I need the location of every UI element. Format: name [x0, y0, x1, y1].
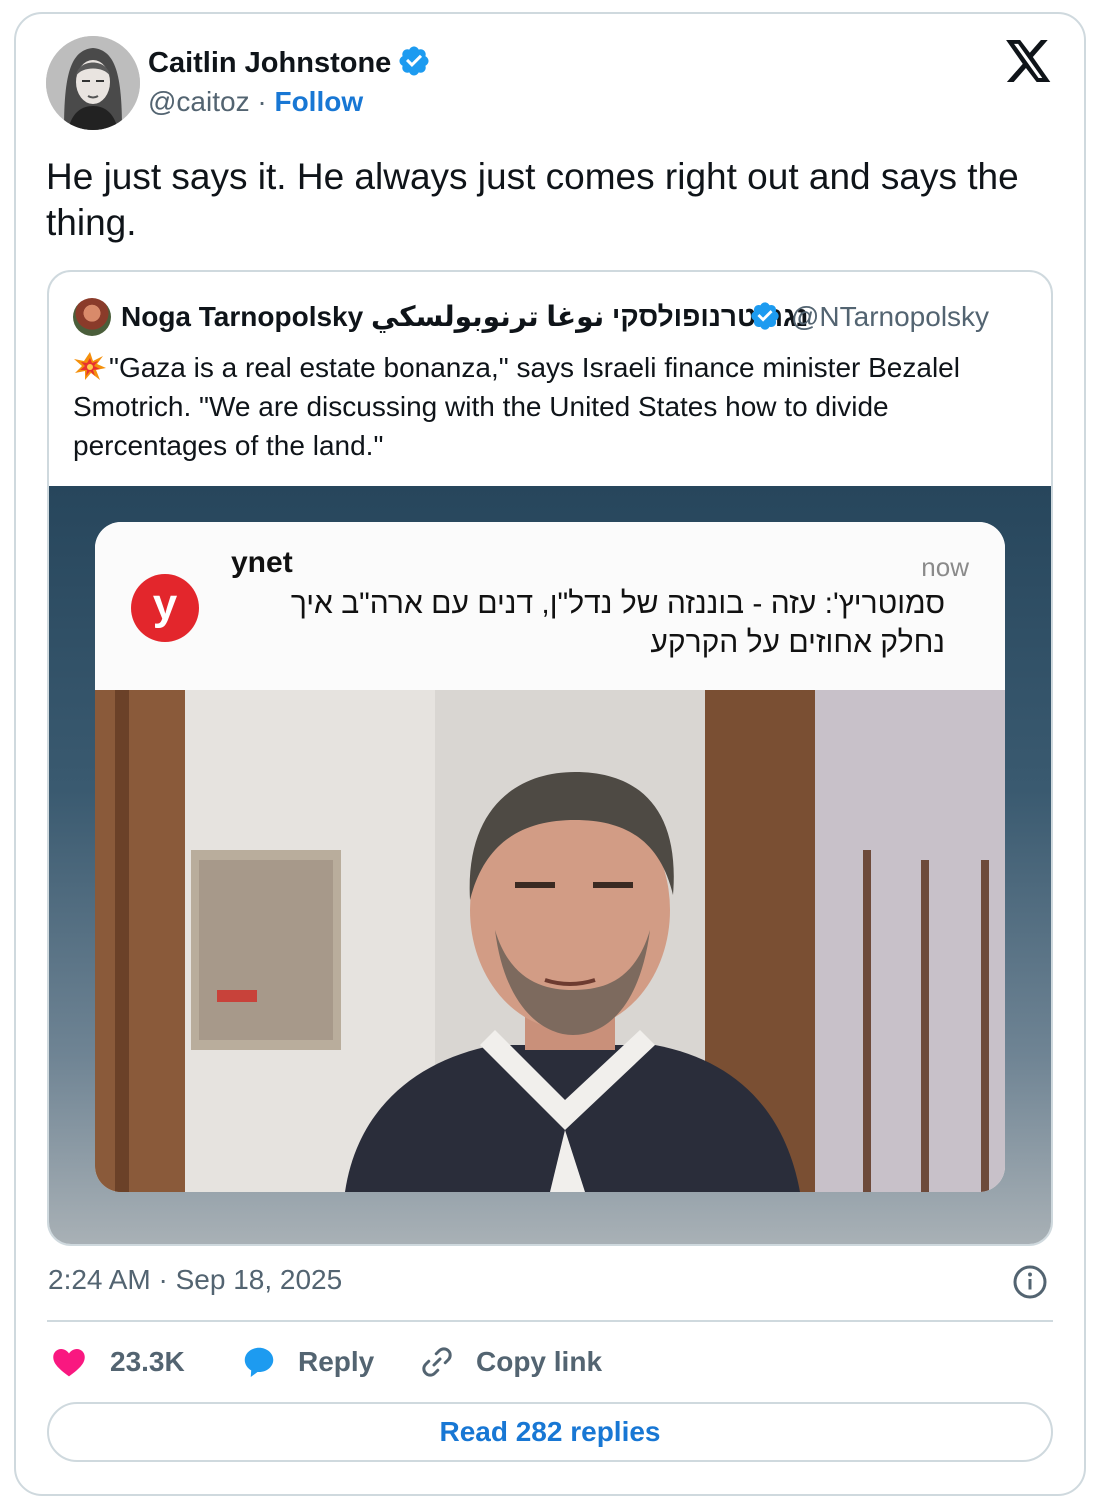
avatar-portrait [46, 36, 140, 130]
author-avatar[interactable] [46, 36, 140, 130]
notification-headline: סמוטריץ': עזה - בוננזה של נדל"ן, דנים עם… [290, 587, 945, 659]
author-name[interactable]: Caitlin Johnstone [148, 47, 391, 79]
quote-text: "Gaza is a real estate bonanza," says Is… [73, 352, 960, 461]
tweet-text: He just says it. He always just comes ri… [46, 156, 1019, 243]
x-logo-icon[interactable] [1006, 40, 1052, 82]
quoted-tweet[interactable]: Noga Tarnopolsky נגה טרנופולסקי نوغا ترن… [47, 270, 1053, 1246]
ynet-notification: y ynet now סמוטריץ': עזה - בוננזה של נדל… [95, 522, 1005, 1192]
verified-badge-icon [399, 46, 429, 76]
copy-link-button[interactable]: Copy link [418, 1340, 618, 1384]
separator-dot: · [257, 86, 267, 117]
tweet-timestamp[interactable]: 2:24 AM · Sep 18, 2025 [48, 1264, 342, 1296]
news-photo [95, 690, 1005, 1192]
quote-text-block: "Gaza is a real estate bonanza," says Is… [73, 348, 1033, 465]
verified-badge-icon [751, 302, 779, 330]
heart-icon [53, 1348, 85, 1377]
follow-button[interactable]: Follow [274, 86, 363, 117]
like-count: 23.3K [110, 1346, 185, 1377]
divider [47, 1320, 1053, 1322]
link-icon [422, 1347, 452, 1377]
author-handle[interactable]: @caitoz [148, 86, 250, 117]
reply-button[interactable]: Reply [240, 1340, 390, 1384]
quote-author-handle[interactable]: @NTarnopolsky [791, 301, 989, 333]
notification-app-name: ynet [231, 546, 293, 579]
quote-author-name[interactable]: Noga Tarnopolsky נגה טרנופולסקי نوغا ترن… [121, 300, 808, 333]
author-handle-line: @caitoz · Follow [148, 86, 363, 118]
like-button[interactable]: 23.3K [50, 1340, 200, 1384]
ynet-logo-icon: y [131, 574, 199, 642]
collision-emoji-icon [74, 352, 106, 380]
read-replies-button[interactable]: Read 282 replies [47, 1402, 1053, 1462]
notification-time: now [921, 552, 969, 582]
author-name-row[interactable]: Caitlin Johnstone [148, 44, 431, 80]
copy-link-label: Copy link [476, 1346, 603, 1377]
info-icon[interactable] [1012, 1264, 1048, 1300]
reply-bubble-icon [244, 1347, 274, 1377]
quote-avatar[interactable] [73, 298, 111, 336]
reply-label: Reply [298, 1346, 375, 1377]
quote-media[interactable]: y ynet now סמוטריץ': עזה - בוננזה של נדל… [49, 486, 1051, 1244]
